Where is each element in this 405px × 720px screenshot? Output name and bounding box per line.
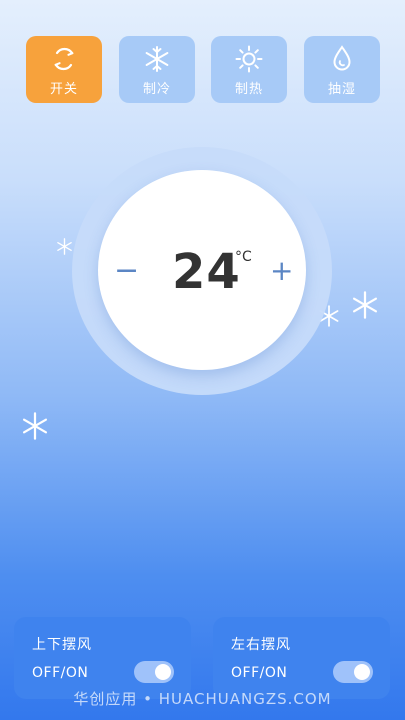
- power-button-label: 开关: [49, 82, 78, 97]
- heat-mode-label: 制热: [234, 82, 263, 97]
- horizontal-swing-card: 左右摆风 OFF/ON: [213, 617, 390, 699]
- horizontal-swing-toggle[interactable]: [333, 661, 373, 683]
- heat-mode-button[interactable]: 制热: [211, 36, 287, 103]
- cool-mode-label: 制冷: [142, 82, 171, 97]
- toggle-knob: [155, 664, 171, 680]
- power-cycle-icon: [54, 47, 74, 71]
- power-button[interactable]: 开关: [26, 36, 102, 103]
- cool-mode-button[interactable]: 制冷: [119, 36, 195, 103]
- vertical-swing-card: 上下摆风 OFF/ON: [14, 617, 191, 699]
- watermark: 华创应用 • HUACHUANGZS.COM: [73, 690, 332, 708]
- snowflake-decoration-icon: [352, 291, 378, 319]
- vertical-swing-title: 上下摆风: [32, 637, 92, 653]
- sun-icon: [235, 45, 263, 73]
- dehumidify-mode-button[interactable]: 抽湿: [304, 36, 380, 103]
- snowflake-icon: [145, 46, 169, 72]
- horizontal-swing-state-label: OFF/ON: [231, 665, 288, 681]
- vertical-swing-state-label: OFF/ON: [32, 665, 89, 681]
- snowflake-decoration-icon: [57, 238, 72, 255]
- temperature-value: 24: [172, 244, 241, 300]
- increase-temperature-button[interactable]: +: [270, 256, 293, 286]
- droplet-icon: [333, 45, 351, 71]
- toggle-knob: [354, 664, 370, 680]
- mode-bar: 开关 制冷 制热 抽湿: [26, 36, 380, 103]
- decrease-temperature-button[interactable]: −: [114, 256, 139, 286]
- snowflake-decoration-icon: [22, 412, 48, 440]
- dehumidify-mode-label: 抽湿: [327, 82, 356, 97]
- vertical-swing-toggle[interactable]: [134, 661, 174, 683]
- horizontal-swing-title: 左右摆风: [231, 637, 291, 653]
- temperature-unit: °C: [235, 249, 252, 265]
